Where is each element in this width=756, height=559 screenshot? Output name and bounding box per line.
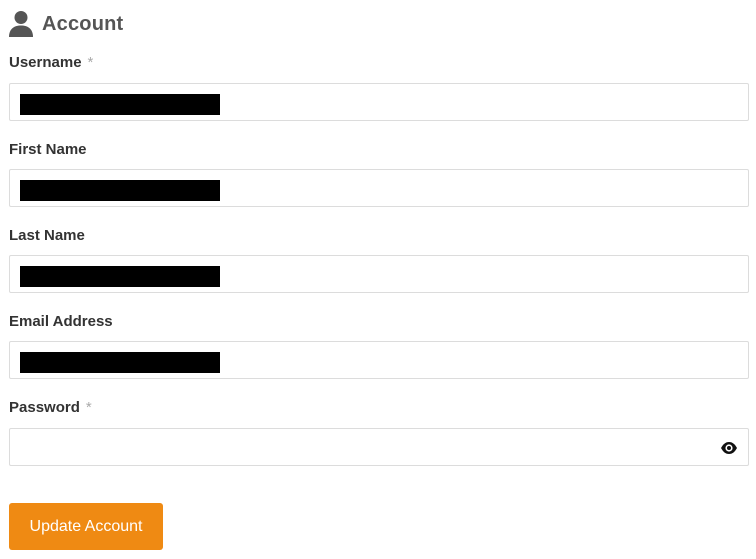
email-label: Email Address — [9, 313, 113, 330]
email-input[interactable] — [9, 341, 749, 379]
password-input[interactable] — [9, 428, 749, 466]
section-title: Account — [42, 12, 124, 35]
username-label: Username * — [9, 53, 93, 73]
first-name-input[interactable] — [9, 169, 749, 207]
user-icon — [9, 11, 33, 37]
eye-icon[interactable] — [720, 441, 738, 455]
first-name-label: First Name — [9, 141, 87, 158]
last-name-label: Last Name — [9, 227, 85, 244]
last-name-input[interactable] — [9, 255, 749, 293]
username-redacted-value — [20, 94, 220, 115]
first-name-redacted-value — [20, 180, 220, 201]
password-label: Password * — [9, 398, 92, 418]
username-required-mark: * — [87, 54, 94, 71]
update-account-button[interactable]: Update Account — [9, 503, 163, 550]
account-section-header: Account — [8, 10, 123, 38]
last-name-redacted-value — [20, 266, 220, 287]
username-label-text: Username — [9, 54, 82, 71]
password-label-text: Password — [9, 399, 80, 416]
email-redacted-value — [20, 352, 220, 373]
password-required-mark: * — [85, 399, 92, 416]
username-input[interactable] — [9, 83, 749, 121]
